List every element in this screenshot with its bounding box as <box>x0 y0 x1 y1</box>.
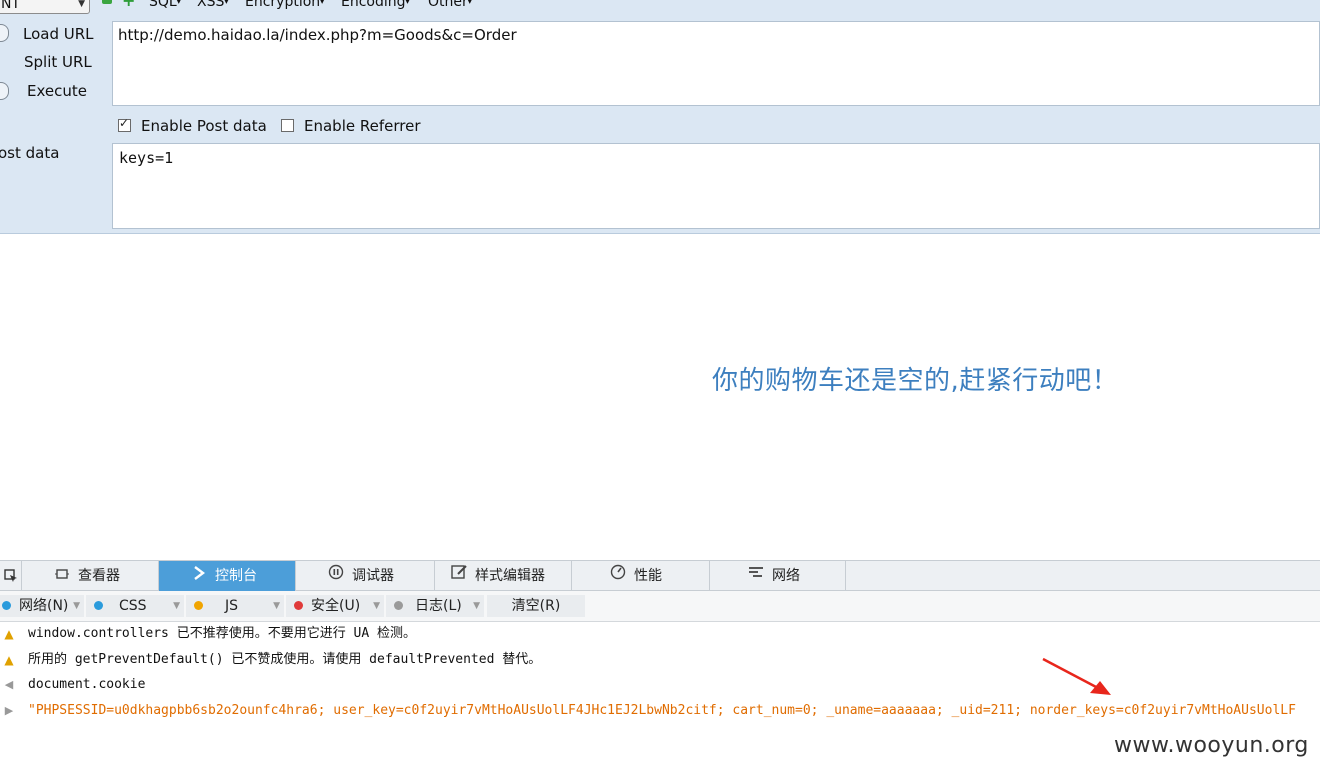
css-dot-icon <box>94 600 103 610</box>
chevron-down-icon[interactable]: ▼ <box>273 595 280 617</box>
enable-post-checkbox[interactable] <box>118 116 131 132</box>
console-input-line: ◀ document.cookie <box>0 673 1320 697</box>
tab-inspector[interactable]: 查看器 <box>22 561 159 591</box>
network-icon <box>746 561 766 591</box>
filter-css-button[interactable]: CSS ▼ <box>86 595 184 617</box>
filter-js-button[interactable]: JS ▼ <box>186 595 284 617</box>
watermark: www.wooyun.org <box>1114 733 1309 758</box>
console-icon <box>189 561 209 591</box>
increase-icon[interactable]: + <box>122 0 135 9</box>
tab-console[interactable]: 控制台 <box>159 561 296 591</box>
tab-network[interactable]: 网络 <box>710 561 846 591</box>
execute-button[interactable]: Execute <box>27 82 87 100</box>
style-editor-icon <box>449 561 469 591</box>
log-dot-icon <box>394 600 403 610</box>
element-picker-icon[interactable] <box>0 561 22 591</box>
warning-icon: ▲ <box>4 627 14 641</box>
warning-icon: ▲ <box>4 653 14 667</box>
console-filter-bar: 网络(N) ▼ CSS ▼ JS ▼ 安全(U) ▼ 日志(L) ▼ 清空(R) <box>0 591 1320 622</box>
debugger-icon <box>326 561 346 591</box>
devtools-toolbar: 查看器 控制台 调试器 样式编辑器 性能 网络 <box>0 560 1320 591</box>
input-arrow-icon: ◀ <box>4 678 14 691</box>
hackbar-mode-select[interactable]: NT ▼ <box>0 0 90 14</box>
load-url-icon <box>0 24 9 42</box>
hackbar-toolbar: NT ▼ + SQL▾ XSS▾ Encryption▾ Encoding▾ O… <box>0 0 1320 21</box>
security-dot-icon <box>294 600 303 610</box>
filter-security-button[interactable]: 安全(U) ▼ <box>286 595 384 617</box>
menu-sql[interactable]: SQL▾ <box>149 0 181 11</box>
tab-debugger[interactable]: 调试器 <box>296 561 435 591</box>
menu-encryption[interactable]: Encryption▾ <box>245 0 324 11</box>
net-dot-icon <box>2 600 11 610</box>
console-message-warning: ▲ window.controllers 已不推荐使用。不要用它进行 UA 检测… <box>0 622 1320 646</box>
performance-icon <box>608 561 628 591</box>
post-data-label: ost data <box>0 144 60 162</box>
clear-console-button[interactable]: 清空(R) <box>487 595 585 617</box>
chevron-down-icon[interactable]: ▼ <box>373 595 380 617</box>
load-url-button[interactable]: Load URL <box>23 25 94 43</box>
url-textarea[interactable]: http://demo.haidao.la/index.php?m=Goods&… <box>112 21 1320 106</box>
chevron-down-icon[interactable]: ▼ <box>173 595 180 617</box>
tab-performance[interactable]: 性能 <box>572 561 710 591</box>
hackbar-panel: NT ▼ + SQL▾ XSS▾ Encryption▾ Encoding▾ O… <box>0 0 1320 234</box>
menu-encoding[interactable]: Encoding▾ <box>341 0 410 11</box>
post-data-textarea[interactable]: keys=1 <box>112 143 1320 229</box>
filter-log-button[interactable]: 日志(L) ▼ <box>386 595 484 617</box>
expand-arrow-icon[interactable]: ▶ <box>2 699 16 723</box>
hackbar-mode-value: NT <box>1 0 21 12</box>
menu-other[interactable]: Other▾ <box>428 0 472 11</box>
execute-icon <box>0 82 9 100</box>
chevron-down-icon[interactable]: ▼ <box>73 595 80 617</box>
decrease-icon[interactable] <box>102 0 112 4</box>
annotation-arrow-icon <box>1042 657 1111 695</box>
inspector-icon <box>52 561 72 591</box>
js-dot-icon <box>194 600 203 610</box>
chevron-down-icon[interactable]: ▼ <box>473 595 480 617</box>
console-result-line[interactable]: ▶ "PHPSESSID=u0dkhagpbb6sb2o2ounfc4hra6;… <box>0 699 1320 723</box>
menu-xss[interactable]: XSS▾ <box>197 0 228 11</box>
split-url-button[interactable]: Split URL <box>24 53 92 71</box>
enable-referrer-checkbox[interactable] <box>281 119 294 132</box>
tab-style-editor[interactable]: 样式编辑器 <box>435 561 572 591</box>
enable-referrer-label[interactable]: Enable Referrer <box>304 117 420 135</box>
console-message-warning: ▲ 所用的 getPreventDefault() 已不赞成使用。请使用 def… <box>0 648 1320 672</box>
enable-post-label[interactable]: Enable Post data <box>141 117 267 135</box>
filter-net-button[interactable]: 网络(N) ▼ <box>0 595 84 617</box>
chevron-down-icon: ▼ <box>78 0 85 9</box>
empty-cart-message: 你的购物车还是空的,赶紧行动吧！ <box>712 366 1119 396</box>
